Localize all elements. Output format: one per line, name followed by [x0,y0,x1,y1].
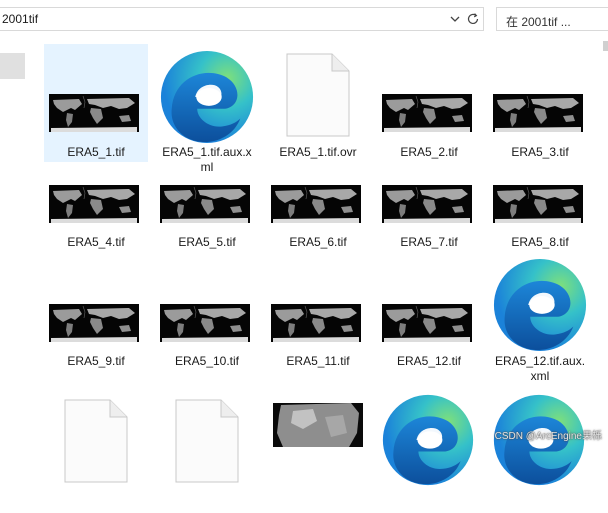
raster-thumbnail [271,304,361,347]
edge-browser-icon [158,48,256,151]
file-name-label: ERA5_7.tif [400,235,458,249]
file-name-label: ERA5_2.tif [400,145,458,159]
file-item[interactable] [44,395,148,513]
blank-file-icon [64,399,128,488]
raster-thumbnail [160,304,250,347]
file-name-label: ERA5_1.tif.ovr [279,145,357,159]
watermark: CSDN @ArcEngine果栎 [494,431,602,442]
address-path[interactable]: 2001tif [2,12,38,26]
file-name-label: ERA5_1.tif [67,145,125,159]
file-item[interactable] [377,392,481,513]
raster-thumbnail [382,94,472,137]
blank-file-icon [175,399,239,488]
edge-browser-icon [380,392,476,493]
file-name-label: ERA5_11.tif [286,354,350,368]
raster-thumbnail [160,185,250,228]
address-bar[interactable]: 2001tif [0,7,484,31]
edge-browser-icon [491,256,589,359]
refresh-icon[interactable] [465,11,481,27]
raster-thumbnail [493,94,583,137]
edge-browser-icon [491,392,587,493]
file-item[interactable]: ERA5_6.tif [266,175,370,293]
search-box[interactable]: 在 2001tif ... [496,7,608,31]
file-item[interactable] [155,395,259,513]
file-item[interactable]: ERA5_5.tif [155,175,259,293]
file-name-label: ERA5_12.tif.aux. xml [494,354,586,383]
file-name-label: ERA5_5.tif [178,235,236,249]
file-item[interactable]: ERA5_1.tif [44,44,148,162]
raster-thumbnail [49,94,139,137]
file-item[interactable]: ERA5_1.tif.ovr [266,44,370,162]
raster-thumbnail [493,185,583,228]
raster-thumbnail [49,304,139,347]
blank-file-icon [286,53,350,142]
search-input[interactable]: 在 2001tif ... [506,13,571,30]
file-name-label: ERA5_3.tif [511,145,569,159]
file-name-label: ERA5_1.tif.aux.x ml [162,145,252,174]
raster-thumbnail [271,185,361,228]
file-name-label: ERA5_4.tif [67,235,125,249]
file-item[interactable] [488,392,592,513]
raster-thumbnail [273,403,363,452]
file-item[interactable]: ERA5_2.tif [377,44,481,162]
file-item[interactable]: ERA5_3.tif [488,44,592,162]
file-name-label: ERA5_8.tif [511,235,569,249]
file-item[interactable]: ERA5_1.tif.aux.x ml [155,44,259,174]
file-name-label: ERA5_10.tif [174,354,240,368]
scrollbar-thumb[interactable] [603,41,608,51]
file-name-label: ERA5_6.tif [289,235,347,249]
raster-thumbnail [49,185,139,228]
navigation-pane-selected-item[interactable] [0,53,25,79]
raster-thumbnail [382,185,472,228]
file-item[interactable] [266,395,370,513]
chevron-down-icon[interactable] [448,12,462,26]
file-item[interactable]: ERA5_7.tif [377,175,481,293]
file-name-label: ERA5_12.tif [396,354,462,368]
file-item[interactable]: ERA5_4.tif [44,175,148,293]
file-name-label: ERA5_9.tif [67,354,125,368]
raster-thumbnail [382,304,472,347]
